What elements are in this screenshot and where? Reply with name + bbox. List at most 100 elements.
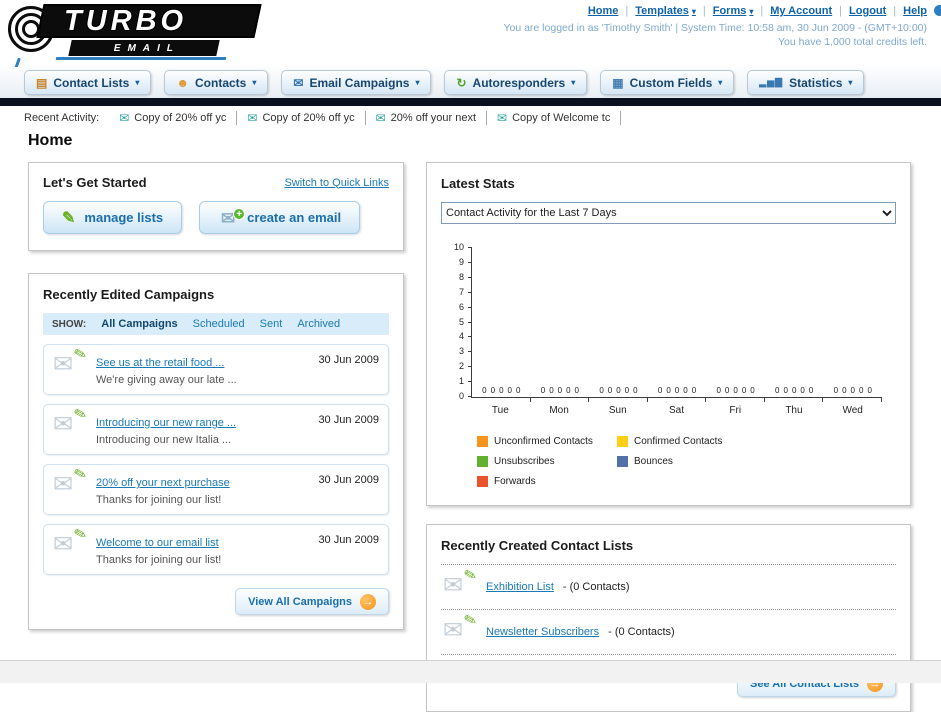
campaign-title-link[interactable]: 20% off your next purchase	[96, 477, 230, 489]
legend-label: Confirmed Contacts	[634, 436, 723, 447]
legend-swatch	[477, 436, 488, 447]
top-link-my-account[interactable]: My Account	[770, 5, 849, 17]
recent-activity-item[interactable]: ✉ Copy of 20% off yc	[109, 111, 238, 125]
campaign-title-link[interactable]: Welcome to our email list	[96, 537, 219, 549]
bar-value-label: 0	[566, 386, 571, 395]
chart-day-group: 00000	[472, 248, 531, 402]
y-tick-label: 2	[458, 361, 464, 372]
envelope-icon: ✉	[375, 111, 386, 125]
switch-quick-links-link[interactable]: Switch to Quick Links	[284, 177, 389, 189]
content-area: Let's Get Started Switch to Quick Links …	[28, 162, 911, 712]
legend-swatch	[617, 436, 628, 447]
recent-activity-item-label: 20% off your next	[390, 112, 477, 124]
autoresponders-icon: ↻	[456, 75, 467, 90]
chart-day-group: 00000	[823, 248, 883, 402]
recent-activity-item[interactable]: ✉ 20% off your next	[366, 111, 488, 125]
filter-all-campaigns[interactable]: All Campaigns	[101, 318, 177, 330]
legend-item: Confirmed Contacts	[617, 436, 757, 447]
campaign-title-link[interactable]: See us at the retail food ...	[96, 357, 224, 369]
view-all-campaigns-label: View All Campaigns	[248, 595, 352, 608]
x-tick-mark	[588, 398, 590, 402]
chart-plot: 00000000000000000000000000000000000 0123…	[454, 242, 883, 402]
legend-item: Bounces	[617, 456, 757, 467]
chevron-down-icon: ▾	[691, 6, 696, 16]
chart-legend: Unconfirmed Contacts Confirmed Contacts Un…	[477, 436, 896, 487]
top-link-help[interactable]: Help	[903, 5, 927, 17]
chevron-down-icon: ▾	[135, 78, 140, 87]
nav-tab-statistics[interactable]: ▂▅▇ Statistics ▾	[747, 70, 865, 95]
page-title: Home	[28, 132, 73, 149]
top-link-templates[interactable]: Templates ▾	[635, 5, 712, 17]
y-tick-label: 10	[453, 242, 464, 252]
campaign-title-link[interactable]: Introducing our new range ...	[96, 417, 236, 429]
recent-activity-item[interactable]: ✉ Copy of Welcome tc	[487, 111, 622, 125]
recent-contact-lists-title: Recently Created Contact Lists	[441, 538, 634, 553]
campaign-row: ✉ ✎ Introducing our new range ... Introdu…	[43, 404, 389, 455]
logo-subtitle-band: EMAIL	[68, 40, 220, 56]
top-link-home[interactable]: Home	[588, 5, 635, 17]
y-tick-mark	[468, 381, 472, 383]
x-tick-mark	[763, 398, 765, 402]
get-started-title: Let's Get Started	[43, 175, 147, 190]
campaign-edit-icon: ✉ ✎	[53, 464, 90, 498]
filter-archived[interactable]: Archived	[297, 318, 340, 330]
decor-dot-icon	[934, 5, 941, 16]
view-all-campaigns-button[interactable]: View All Campaigns →	[235, 588, 389, 615]
create-email-button[interactable]: ✉ + create an email	[199, 201, 361, 234]
bar-value-label: 0	[624, 386, 630, 395]
nav-tab-label: Contact Lists	[53, 75, 130, 90]
bar-value-label: 0	[574, 386, 579, 395]
contact-list-detail: - (0 Contacts)	[562, 581, 630, 593]
x-tick-mark	[529, 398, 531, 402]
login-info: You are logged in as 'Timothy Smith' | S…	[503, 22, 927, 34]
arrow-right-icon: →	[360, 593, 376, 610]
chevron-down-icon: ▾	[718, 78, 723, 87]
envelope-icon: ✉	[119, 111, 130, 125]
y-tick-mark	[468, 276, 472, 278]
nav-tab-autoresponders[interactable]: ↻ Autoresponders ▾	[444, 70, 588, 95]
bar-value-label: 0	[808, 386, 814, 395]
top-link-forms[interactable]: Forms ▾	[713, 5, 771, 17]
top-link-logout[interactable]: Logout	[849, 5, 903, 17]
nav-tab-email-campaigns[interactable]: ✉ Email Campaigns ▾	[281, 70, 432, 95]
chevron-down-icon: ▾	[415, 78, 420, 87]
x-tick-mark	[646, 398, 648, 402]
contact-list-detail: - (0 Contacts)	[608, 626, 675, 638]
recent-contact-lists-panel: Recently Created Contact Lists ✉ ✎ Exhibi…	[426, 524, 911, 712]
stats-range-select[interactable]: Contact Activity for the Last 7 Days	[441, 202, 896, 224]
bar-value-label: 0	[791, 386, 797, 395]
credits-info: You have 1,000 total credits left.	[777, 36, 927, 48]
manage-lists-button[interactable]: ✎ manage lists	[43, 201, 183, 234]
contact-list-row: ✉ ✎ Exhibition List - (0 Contacts)	[441, 565, 896, 610]
nav-tab-custom-fields[interactable]: ▦ Custom Fields ▾	[600, 70, 735, 95]
bar-value-label: 0	[716, 386, 721, 395]
bar-value-label: 0	[540, 386, 546, 395]
chart-day-group: 00000	[648, 248, 707, 402]
footer-strip	[0, 660, 941, 683]
nav-tab-contacts[interactable]: ☻ Contacts ▾	[164, 70, 269, 95]
y-tick-mark	[468, 261, 472, 263]
x-tick-label: Fri	[729, 405, 742, 416]
chevron-down-icon: ▾	[749, 6, 754, 16]
bar-value-label: 0	[858, 386, 864, 395]
nav-tab-contact-lists[interactable]: ▤ Contact Lists ▾	[24, 70, 152, 95]
recent-activity-item[interactable]: ✉ Copy of 20% off yc	[237, 111, 366, 125]
campaign-filter-bar: SHOW: All Campaigns Scheduled Sent Archi…	[43, 313, 389, 335]
y-tick-label: 8	[458, 271, 464, 282]
contact-list-link[interactable]: Exhibition List	[486, 581, 554, 593]
legend-swatch	[477, 476, 488, 487]
legend-item: Forwards	[477, 476, 617, 487]
chart-x-labels: Tue Mon Sun Sat Fri Thu Wed	[471, 405, 882, 416]
bar-value-label: 0	[741, 386, 747, 395]
y-tick-label: 3	[458, 346, 464, 357]
bar-value-label: 0	[674, 386, 680, 395]
filter-scheduled[interactable]: Scheduled	[193, 318, 245, 330]
legend-swatch	[617, 456, 628, 467]
manage-lists-label: manage lists	[84, 210, 164, 225]
x-tick-mark	[881, 398, 883, 402]
campaign-subtitle: Thanks for joining our list!	[96, 554, 222, 566]
legend-label: Bounces	[634, 456, 673, 467]
x-tick-label: Wed	[842, 405, 863, 416]
filter-sent[interactable]: Sent	[260, 318, 283, 330]
contact-list-link[interactable]: Newsletter Subscribers	[486, 626, 599, 638]
